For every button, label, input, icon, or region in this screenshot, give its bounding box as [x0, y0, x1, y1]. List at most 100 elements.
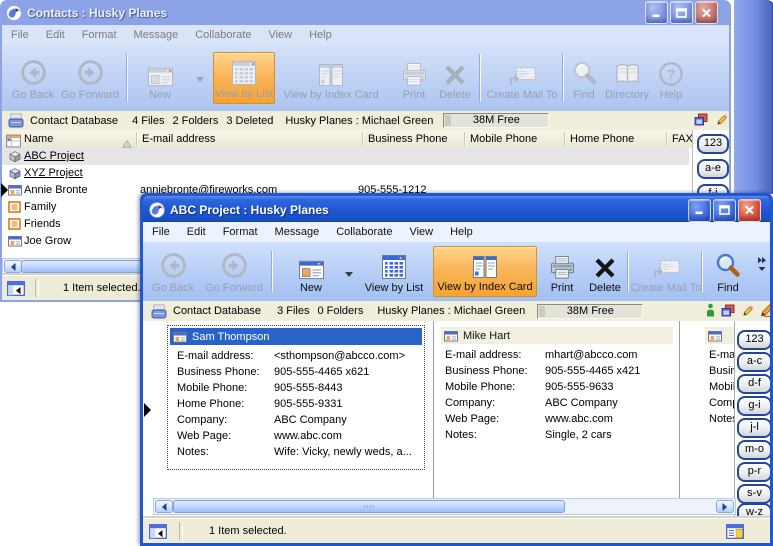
- menu-view[interactable]: View: [409, 226, 433, 238]
- panel-toggle-icon[interactable]: [7, 281, 25, 296]
- panel-expand-arrow[interactable]: [143, 403, 151, 417]
- menu-message[interactable]: Message: [134, 29, 179, 41]
- close-button[interactable]: [695, 1, 718, 24]
- menu-bar: File Edit Format Message Collaborate Vie…: [2, 25, 729, 45]
- menu-file[interactable]: File: [11, 29, 29, 41]
- delete-button[interactable]: Delete: [585, 246, 625, 297]
- alpha-tab-123[interactable]: 123: [737, 330, 770, 350]
- menu-format[interactable]: Format: [82, 29, 117, 41]
- scroll-left-arrow[interactable]: [4, 260, 22, 273]
- panel-expand-arrow[interactable]: [0, 183, 8, 197]
- info-bar-icons: [694, 113, 728, 126]
- delete-button[interactable]: Delete: [434, 52, 476, 104]
- signature-pen-icon[interactable]: [760, 303, 770, 317]
- titlebar[interactable]: ABC Project : Husky Planes: [143, 196, 770, 222]
- alpha-tab-m-o[interactable]: m-o: [737, 440, 770, 460]
- find-button[interactable]: Find: [707, 246, 749, 297]
- field-label: Web Page:: [177, 430, 231, 442]
- maximize-button[interactable]: [670, 1, 693, 24]
- menu-help[interactable]: Help: [309, 29, 332, 41]
- close-button[interactable]: [738, 199, 761, 222]
- pencil-edit-icon[interactable]: [741, 304, 754, 317]
- col-mobile-phone[interactable]: Mobile Phone: [470, 130, 537, 148]
- database-info-bar: Contact Database 3 Files 0 Folders Husky…: [143, 301, 770, 322]
- cascade-windows-icon[interactable]: [721, 304, 735, 317]
- database-label: Contact Database: [30, 115, 118, 127]
- col-fax[interactable]: FAX: [672, 130, 693, 148]
- print-button[interactable]: Print: [543, 246, 581, 297]
- print-button[interactable]: Print: [392, 52, 436, 104]
- alpha-tab-g-i[interactable]: g-i: [737, 396, 770, 416]
- go-forward-button[interactable]: Go Forward: [58, 52, 122, 104]
- card-sam-thompson[interactable]: Sam Thompson E-mail address:<sthompson@a…: [167, 325, 425, 470]
- view-by-index-card-button[interactable]: View by Index Card: [433, 246, 537, 297]
- database-info-bar: Contact Database 4 Files 2 Folders 3 Del…: [2, 111, 729, 131]
- new-card-icon: [298, 257, 325, 280]
- card-fields: E-mail address:mhart@abcco.com Business …: [445, 325, 673, 455]
- scroll-right-arrow[interactable]: [716, 500, 734, 513]
- list-item-abc-project[interactable]: ABC Project: [2, 148, 689, 165]
- menu-help[interactable]: Help: [450, 226, 473, 238]
- status-bar: 1 Item selected.: [143, 518, 770, 543]
- card-view-panel-icon[interactable]: [726, 524, 744, 539]
- menu-view[interactable]: View: [268, 29, 292, 41]
- pencil-edit-icon[interactable]: [715, 113, 728, 126]
- menu-file[interactable]: File: [152, 226, 170, 238]
- alpha-tab-j-l[interactable]: j-l: [737, 418, 770, 438]
- view-by-index-card-button[interactable]: View by Index Card: [280, 52, 382, 104]
- field-value: mhart@abcco.com: [545, 349, 637, 361]
- horizontal-scrollbar[interactable]: [153, 498, 736, 515]
- find-button[interactable]: Find: [568, 52, 600, 104]
- minimize-button[interactable]: [645, 1, 668, 24]
- list-item-xyz-project[interactable]: XYZ Project: [2, 165, 689, 182]
- view-by-list-button[interactable]: View by List: [213, 52, 275, 104]
- new-dropdown-arrow[interactable]: [345, 272, 353, 277]
- new-button[interactable]: New: [136, 52, 184, 104]
- directory-button[interactable]: Directory: [602, 52, 652, 104]
- col-home-phone[interactable]: Home Phone: [570, 130, 634, 148]
- alpha-tab-123[interactable]: 123: [697, 134, 729, 154]
- scroll-left-arrow[interactable]: [155, 500, 173, 513]
- go-back-button[interactable]: Go Back: [8, 52, 58, 104]
- col-business-phone[interactable]: Business Phone: [368, 130, 448, 148]
- create-mail-to-button[interactable]: Create Mail To: [633, 246, 699, 297]
- alpha-tab-p-r[interactable]: p-r: [737, 462, 770, 482]
- files-count: 4 Files: [132, 115, 164, 127]
- column-divider: [433, 321, 434, 498]
- toolbar-overflow-chevron-icon[interactable]: [756, 255, 768, 272]
- alpha-tab-a-e[interactable]: a-e: [697, 159, 729, 179]
- panel-toggle-icon[interactable]: [149, 524, 167, 539]
- minimize-button[interactable]: [688, 199, 711, 222]
- titlebar[interactable]: Contacts : Husky Planes: [0, 0, 731, 25]
- person-icon[interactable]: [706, 303, 715, 317]
- go-back-button[interactable]: Go Back: [147, 246, 199, 297]
- field-value: 905-555-9633: [545, 381, 614, 393]
- new-dropdown-arrow[interactable]: [196, 77, 204, 82]
- alpha-tab-s-v[interactable]: s-v: [737, 484, 770, 504]
- help-question-icon: [658, 61, 684, 87]
- help-button[interactable]: Help: [654, 52, 688, 104]
- card-fields: E-mail address:<sthompson@abcco.com> Bus…: [177, 326, 424, 469]
- alpha-tab-d-f[interactable]: d-f: [737, 374, 770, 394]
- col-email[interactable]: E-mail address: [142, 130, 215, 148]
- view-by-list-button[interactable]: View by List: [359, 246, 429, 297]
- alpha-tab-a-c[interactable]: a-c: [737, 352, 770, 372]
- new-button[interactable]: New: [283, 246, 339, 297]
- col-name[interactable]: Name: [24, 130, 53, 148]
- maximize-button[interactable]: [713, 199, 736, 222]
- menu-message[interactable]: Message: [275, 226, 320, 238]
- field-label: Business Phone:: [445, 365, 528, 377]
- status-separator: [35, 279, 39, 297]
- menu-edit[interactable]: Edit: [46, 29, 65, 41]
- cascade-windows-icon[interactable]: [694, 113, 708, 126]
- menu-collaborate[interactable]: Collaborate: [336, 226, 392, 238]
- scrollbar-thumb[interactable]: [173, 500, 565, 513]
- account-name: Husky Planes : Michael Green: [285, 115, 433, 127]
- go-forward-button[interactable]: Go Forward: [201, 246, 267, 297]
- field-value: ABC Company: [545, 397, 618, 409]
- menu-collaborate[interactable]: Collaborate: [195, 29, 251, 41]
- card-mike-hart[interactable]: Mike Hart E-mail address:mhart@abcco.com…: [441, 325, 673, 455]
- menu-edit[interactable]: Edit: [187, 226, 206, 238]
- menu-format[interactable]: Format: [223, 226, 258, 238]
- create-mail-to-button[interactable]: Create Mail To: [485, 52, 559, 104]
